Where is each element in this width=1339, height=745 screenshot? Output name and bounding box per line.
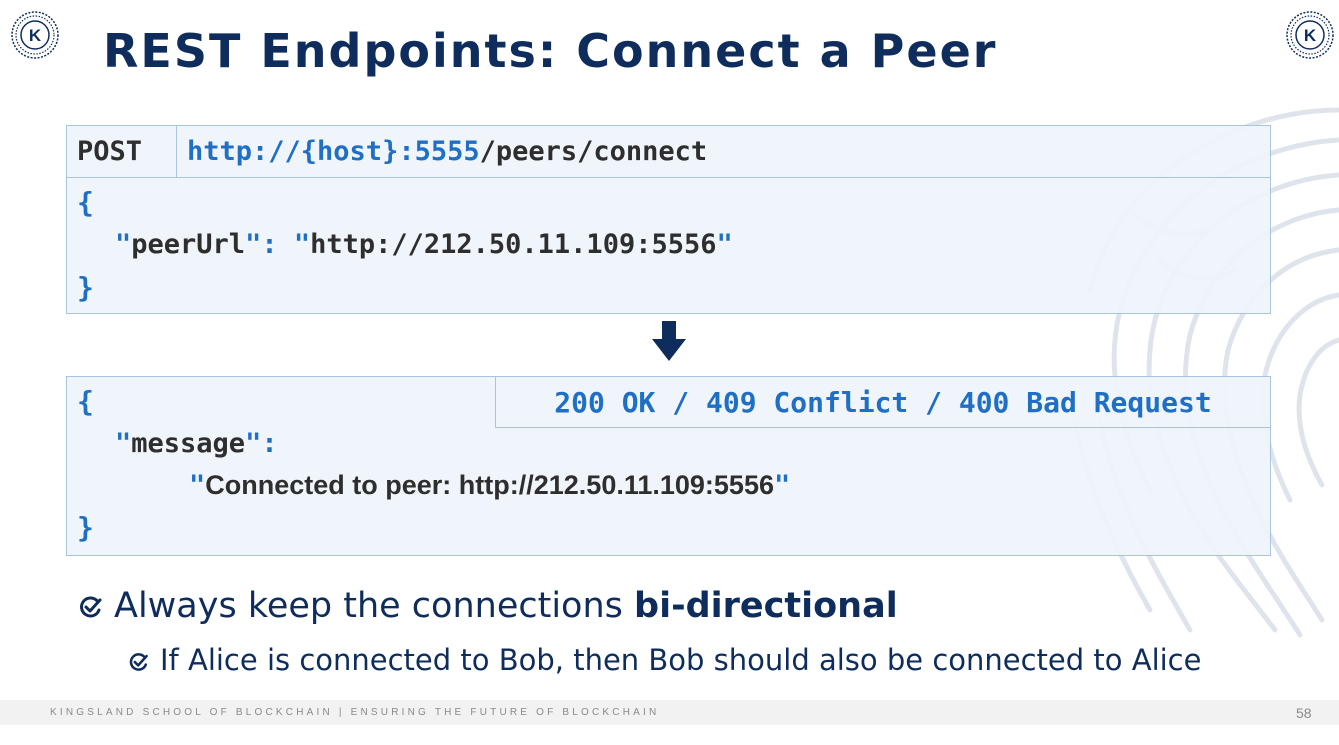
request-key: peerUrl bbox=[131, 229, 246, 260]
url-path: /peers/connect bbox=[479, 136, 708, 167]
footer-text: KINGSLAND SCHOOL OF BLOCKCHAIN | ENSURIN… bbox=[50, 707, 660, 718]
check-circle-icon bbox=[129, 653, 148, 671]
slide-title: REST Endpoints: Connect a Peer bbox=[103, 24, 998, 78]
http-method: POST bbox=[67, 126, 177, 177]
response-body-value-line: "Connected to peer: http://212.50.11.109… bbox=[189, 470, 791, 501]
request-value: http://212.50.11.109:5556 bbox=[310, 229, 717, 260]
url-base: http://{host}:5555 bbox=[187, 136, 480, 167]
footer-bar: KINGSLAND SCHOOL OF BLOCKCHAIN | ENSURIN… bbox=[0, 700, 1339, 725]
bullet-main-text: Always keep the connections bbox=[114, 586, 635, 626]
response-value: Connected to peer: http://212.50.11.109:… bbox=[205, 470, 774, 500]
request-body-box: { "peerUrl": "http://212.50.11.109:5556"… bbox=[66, 177, 1271, 314]
request-brace-close: } bbox=[77, 271, 94, 304]
bullet-sub: If Alice is connected to Bob, then Bob s… bbox=[128, 643, 1201, 677]
request-body-line: "peerUrl": "http://212.50.11.109:5556" bbox=[115, 229, 733, 260]
bullet-main-bold: bi-directional bbox=[634, 586, 898, 626]
check-circle-icon bbox=[80, 596, 102, 618]
response-key: message bbox=[131, 428, 246, 459]
request-brace-open: { bbox=[77, 186, 94, 219]
response-body-key-line: "message": bbox=[115, 428, 278, 459]
bullet-sub-text: If Alice is connected to Bob, then Bob s… bbox=[160, 643, 1202, 677]
request-url: http://{host}:5555/peers/connect bbox=[187, 126, 707, 177]
request-line-box: POST http://{host}:5555/peers/connect bbox=[66, 125, 1271, 178]
kingsland-logo-icon: K bbox=[11, 11, 59, 59]
response-brace-close: } bbox=[77, 511, 94, 544]
down-arrow-icon bbox=[652, 321, 686, 361]
svg-text:K: K bbox=[1304, 26, 1317, 45]
kingsland-logo-icon: K bbox=[1286, 11, 1334, 59]
page-number: 58 bbox=[1296, 705, 1312, 721]
status-codes-box: 200 OK / 409 Conflict / 400 Bad Request bbox=[495, 376, 1271, 428]
response-brace-open: { bbox=[77, 385, 94, 418]
bullet-main: Always keep the connections bi-direction… bbox=[78, 586, 898, 626]
svg-text:K: K bbox=[29, 26, 42, 45]
